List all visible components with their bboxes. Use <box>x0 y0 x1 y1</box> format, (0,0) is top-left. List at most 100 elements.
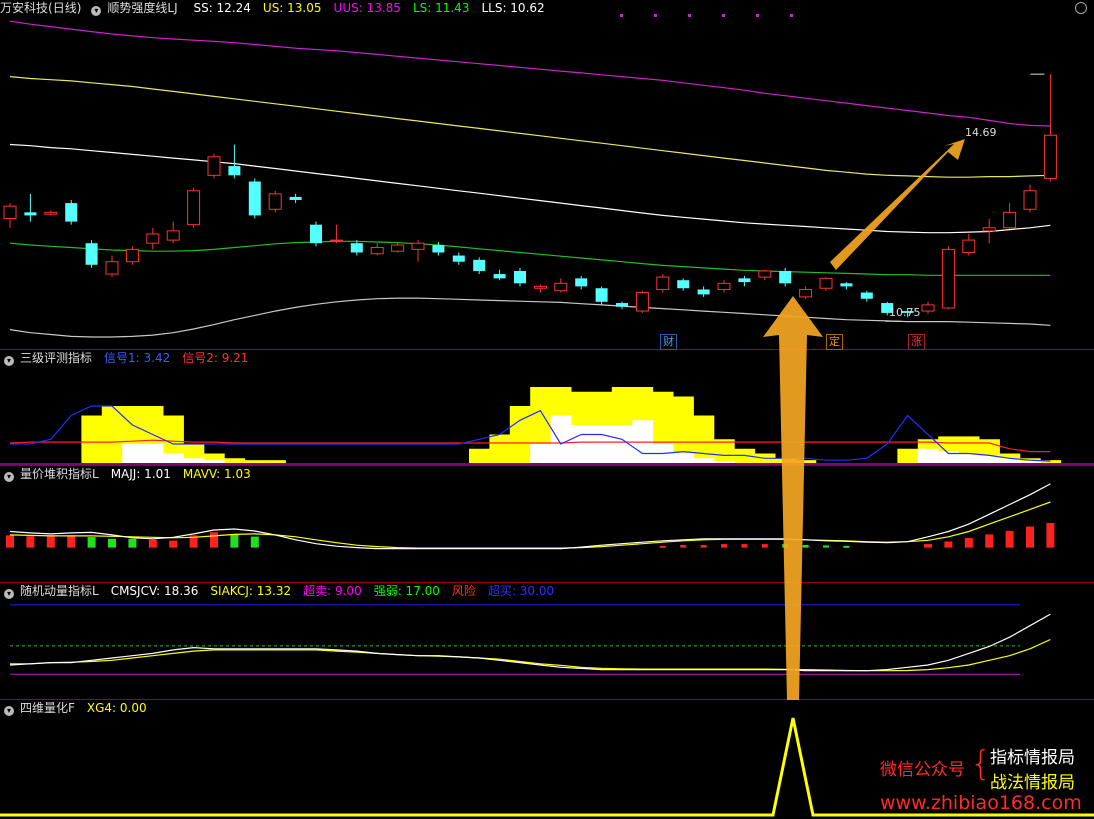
candle-down <box>575 278 588 287</box>
area-white-bar <box>958 453 980 463</box>
candle-down <box>85 243 98 265</box>
volume-bar <box>823 545 829 548</box>
area-yellow-bar <box>469 448 490 463</box>
volume-bar <box>843 545 850 548</box>
candle-down <box>779 270 792 284</box>
area-white-bar <box>713 461 735 463</box>
candle-up <box>370 247 384 255</box>
candle-down <box>65 203 78 222</box>
candle-down <box>697 289 710 295</box>
panel1-chart[interactable] <box>0 350 1094 465</box>
band-line-SS <box>9 143 1051 234</box>
volume-bar <box>1026 526 1034 548</box>
event-tag-finance[interactable]: 财 <box>660 334 677 350</box>
chart-window: { "main": { "stock_name": "万安科技", "perio… <box>0 0 1094 819</box>
candle-up <box>982 227 996 232</box>
top-dot-mark <box>722 14 725 17</box>
candle-up <box>187 190 201 226</box>
volume-bar <box>700 544 707 548</box>
top-dot-mark <box>688 14 691 17</box>
volume-bar <box>148 539 157 548</box>
volume-bar <box>169 540 178 548</box>
candle-down <box>228 166 241 176</box>
area-yellow-bar <box>509 406 531 463</box>
area-white-bar <box>183 458 205 463</box>
event-tag-rise[interactable]: 涨 <box>908 334 925 350</box>
candle-down <box>432 245 445 253</box>
candle-up <box>3 205 17 220</box>
high-price-label: 14.69 <box>965 126 997 139</box>
mavv-line <box>9 501 1051 549</box>
candle-up <box>146 233 160 244</box>
volume-bar <box>46 535 55 548</box>
volume-bar <box>944 541 953 548</box>
candle-down <box>595 288 608 302</box>
low-price-label: 10.75 <box>889 306 921 319</box>
volume-bar <box>721 544 727 548</box>
area-yellow-bar <box>244 460 266 463</box>
candle-down <box>616 303 628 307</box>
area-yellow-bar <box>101 406 123 463</box>
candle-down <box>452 255 465 262</box>
panel3-chart[interactable] <box>0 583 1094 699</box>
siakcj-line <box>10 638 1051 672</box>
volume-bar <box>6 535 14 548</box>
area-white-bar <box>917 448 939 463</box>
volume-bar <box>1005 530 1014 548</box>
area-white-bar <box>550 415 572 463</box>
volume-bar <box>67 535 76 548</box>
area-white-bar <box>673 453 694 463</box>
area-yellow-bar <box>489 434 511 463</box>
candle-down <box>248 181 261 216</box>
candle-down <box>493 274 506 279</box>
candle-up <box>44 211 58 215</box>
candlestick-chart[interactable] <box>0 0 1094 349</box>
candle-up <box>1043 134 1057 179</box>
area-yellow-bar <box>81 415 103 463</box>
area-yellow-bar <box>673 396 694 463</box>
candle-down <box>514 270 526 284</box>
candle-down <box>289 196 302 201</box>
candle-up <box>268 193 282 210</box>
majj-line <box>9 483 1051 550</box>
band-line-US <box>9 76 1051 178</box>
candle-down <box>840 283 853 287</box>
watermark-brace-icon: { <box>970 744 992 784</box>
area-white-bar <box>163 453 184 463</box>
candle-down <box>860 292 873 299</box>
candle-up <box>921 304 935 312</box>
top-dot-mark <box>654 14 657 17</box>
volume-bar <box>26 536 35 548</box>
candle-up <box>1003 211 1017 229</box>
candle-up <box>962 239 976 253</box>
candle-up <box>166 230 180 241</box>
candle-up <box>717 282 731 290</box>
area-white-bar <box>693 458 715 463</box>
candle-up <box>656 276 670 290</box>
area-yellow-bar <box>795 460 817 463</box>
candle-down <box>350 243 363 253</box>
volume-bar <box>230 534 239 548</box>
area-white-bar <box>530 444 552 463</box>
band-line-LS <box>9 240 1051 276</box>
area-white-bar <box>1019 461 1041 463</box>
candle-up <box>411 242 425 250</box>
volume-bar <box>924 544 932 548</box>
area-white-bar <box>591 425 613 463</box>
event-tag-fixed[interactable]: 定 <box>826 334 843 350</box>
candle-up <box>941 248 955 309</box>
candle-up <box>207 156 221 176</box>
area-white-bar <box>203 460 225 463</box>
area-white-bar <box>571 425 592 463</box>
candle-up <box>125 248 139 263</box>
area-white-bar <box>142 444 164 463</box>
candle-down <box>677 280 690 289</box>
area-yellow-bar <box>693 415 715 463</box>
candle-up <box>329 239 343 242</box>
watermark-wechat: 微信公众号 <box>880 760 965 780</box>
panel2-chart[interactable] <box>0 466 1094 582</box>
volume-bar <box>128 538 137 548</box>
area-yellow-bar <box>224 458 246 463</box>
area-yellow-bar <box>265 460 286 463</box>
volume-bar <box>964 537 973 548</box>
